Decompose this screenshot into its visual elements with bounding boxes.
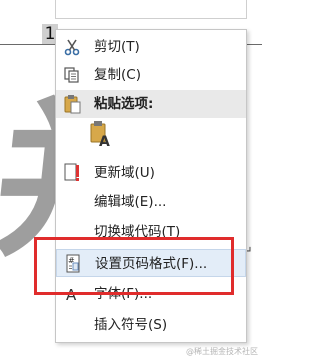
menu-item-label: 复制(C) [94,67,141,83]
menu-item-update-field[interactable]: 更新域(U) [56,159,246,187]
menu-item-copy[interactable]: 复制(C) [56,61,246,89]
top-panel-edge [55,0,247,19]
menu-item-label: 粘贴选项: [94,96,154,112]
source-watermark-text: @稀土掘金技术社区 [186,347,258,356]
menu-item-label: 更新域(U) [94,165,155,181]
paste-keep-text-button[interactable]: A [86,119,114,153]
update-field-icon [62,163,82,183]
menu-item-insert-symbol[interactable]: 插入符号(S) [56,311,246,339]
copy-icon [62,65,82,85]
paste-options-header: 粘贴选项: [56,90,246,118]
menu-item-label: 插入符号(S) [94,317,168,333]
menu-item-label: 剪切(T) [94,39,140,55]
svg-text:A: A [99,134,110,148]
menu-item-cut[interactable]: 剪切(T) [56,33,246,61]
paste-keep-text-icon: A [88,120,112,152]
scissors-icon [62,37,82,57]
paste-icon [62,94,82,114]
menu-item-edit-field[interactable]: 编辑域(E)... [56,188,246,216]
annotation-highlight-box [34,237,234,295]
context-menu: 剪切(T) 复制(C) 粘贴选项: A 更新域(U) 编辑域(E)... 切换域… [55,29,247,343]
menu-item-label: 编辑域(E)... [94,194,167,210]
